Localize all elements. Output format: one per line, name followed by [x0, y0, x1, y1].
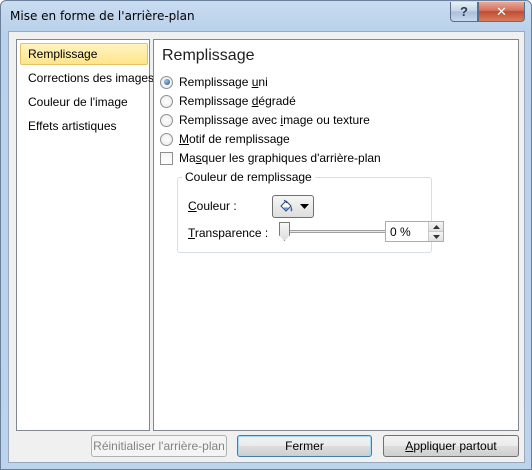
- radio-button-checked[interactable]: [160, 75, 173, 89]
- title-bar[interactable]: Mise en forme de l'arrière-plan ? ✕: [1, 1, 531, 31]
- paint-bucket-icon: [279, 199, 292, 212]
- fill-pattern-label: Motif de remplissage: [179, 132, 290, 146]
- nav-item-label: Corrections des images: [28, 71, 155, 85]
- close-icon: ✕: [496, 3, 507, 19]
- nav-item-effets-artistiques[interactable]: Effets artistiques: [20, 115, 148, 137]
- spinner-arrows: [428, 222, 443, 241]
- hide-background-graphics-label: Masquer les graphiques d'arrière-plan: [179, 151, 381, 165]
- radio-button[interactable]: [160, 132, 173, 146]
- nav-item-remplissage[interactable]: Remplissage: [20, 43, 148, 65]
- fill-solid-label: Remplissage uni: [179, 75, 268, 89]
- nav-item-label: Couleur de l'image: [28, 95, 128, 109]
- chevron-down-icon: [299, 203, 309, 209]
- hide-background-graphics-checkbox[interactable]: Masquer les graphiques d'arrière-plan: [160, 150, 381, 166]
- fill-gradient-radio[interactable]: Remplissage dégradé: [160, 93, 296, 109]
- fill-picture-label: Remplissage avec image ou texture: [179, 113, 370, 127]
- fill-solid-radio[interactable]: Remplissage uni: [160, 74, 268, 90]
- transparency-slider-thumb[interactable]: [279, 222, 290, 241]
- close-button[interactable]: Fermer: [237, 435, 372, 457]
- section-title: Remplissage: [162, 47, 255, 64]
- close-window-button[interactable]: ✕: [478, 2, 525, 22]
- category-list: Remplissage Corrections des images Coule…: [16, 39, 154, 431]
- nav-item-label: Effets artistiques: [28, 119, 117, 133]
- dialog-client-area: Remplissage Corrections des images Coule…: [8, 31, 525, 463]
- spin-up-button[interactable]: [428, 222, 443, 231]
- fill-picture-radio[interactable]: Remplissage avec image ou texture: [160, 112, 370, 128]
- reset-background-button[interactable]: Réinitialiser l'arrière-plan: [91, 435, 227, 457]
- nav-item-couleur-image[interactable]: Couleur de l'image: [20, 91, 148, 113]
- dialog-window: Mise en forme de l'arrière-plan ? ✕ Remp…: [0, 0, 532, 470]
- transparency-input[interactable]: [386, 222, 428, 241]
- fill-pattern-radio[interactable]: Motif de remplissage: [160, 131, 290, 147]
- fill-settings-panel: Remplissage Remplissage uni Remplissage …: [153, 39, 519, 431]
- chevron-down-icon: [432, 234, 440, 239]
- checkbox[interactable]: [160, 151, 173, 165]
- fill-gradient-label: Remplissage dégradé: [179, 94, 296, 108]
- transparency-spinner[interactable]: [385, 221, 444, 242]
- color-label: Couleur :: [188, 199, 237, 213]
- window-title: Mise en forme de l'arrière-plan: [10, 9, 195, 23]
- transparency-label: Transparence :: [188, 226, 269, 240]
- help-icon: ?: [460, 4, 468, 19]
- spin-down-button[interactable]: [428, 231, 443, 241]
- help-button[interactable]: ?: [450, 2, 478, 22]
- group-legend: Couleur de remplissage: [182, 170, 315, 184]
- chevron-up-icon: [432, 224, 440, 229]
- apply-all-button[interactable]: Appliquer partout: [383, 435, 519, 457]
- nav-item-label: Remplissage: [28, 47, 98, 61]
- fill-color-picker-button[interactable]: [272, 195, 314, 218]
- radio-button[interactable]: [160, 94, 173, 108]
- radio-button[interactable]: [160, 113, 173, 127]
- nav-item-corrections-images[interactable]: Corrections des images: [20, 67, 154, 89]
- fill-color-group: Couleur de remplissage Couleur : Transpa…: [177, 170, 444, 253]
